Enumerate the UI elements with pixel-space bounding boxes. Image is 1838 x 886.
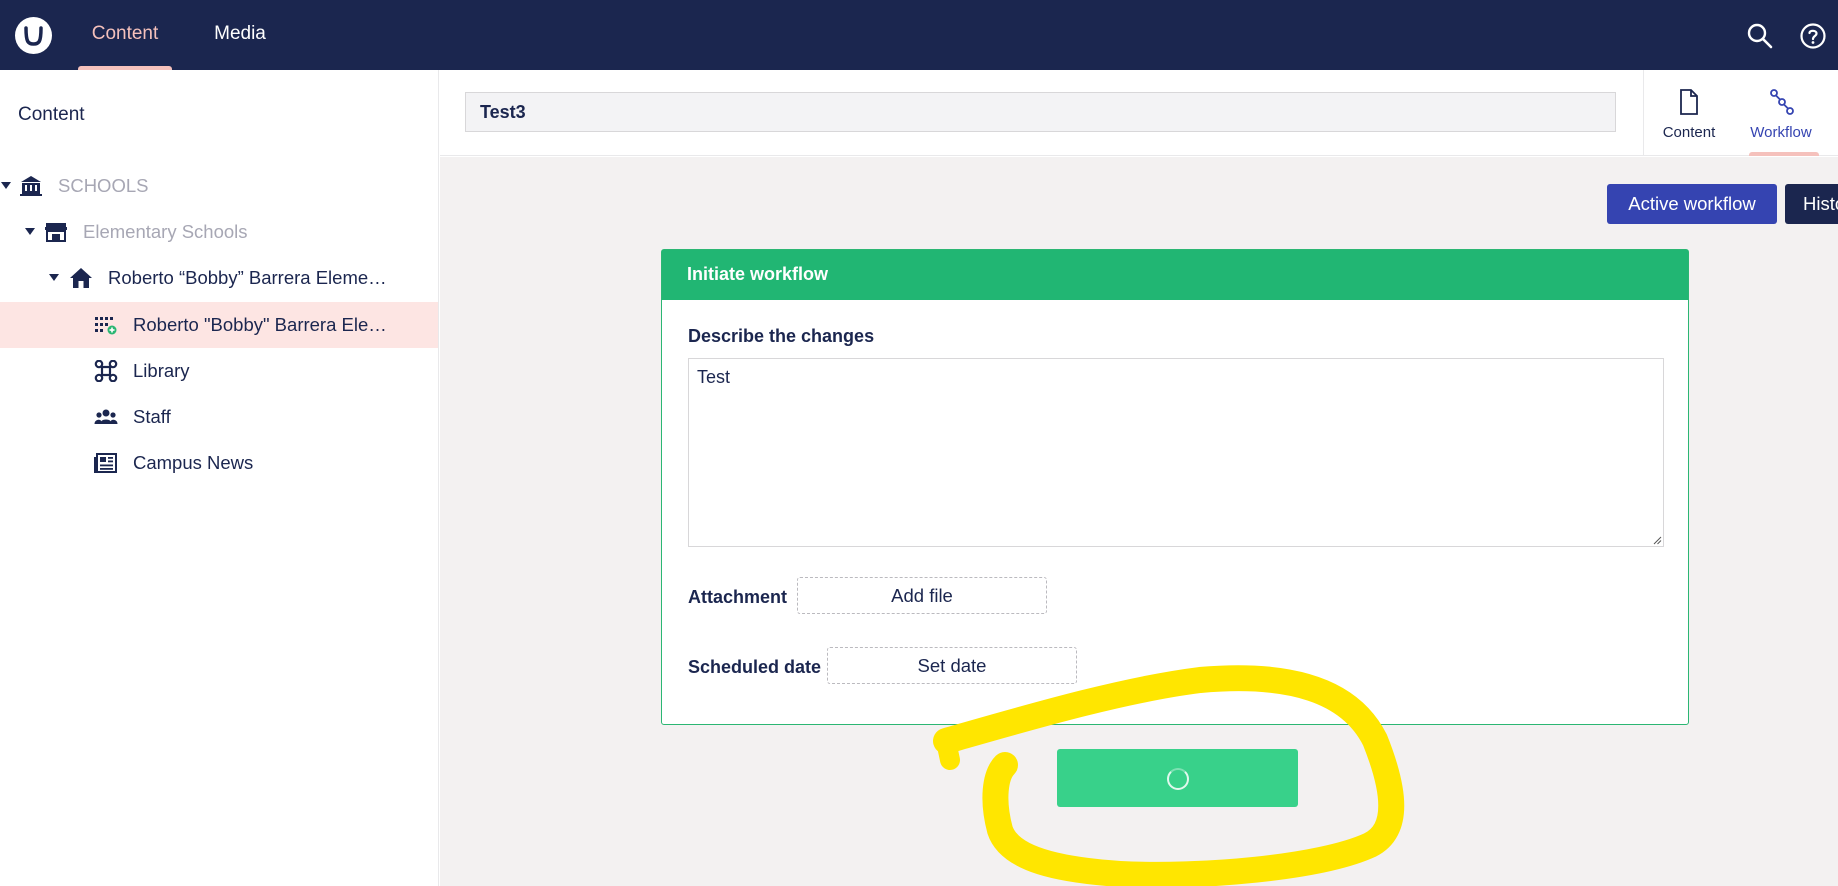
panel-title: Initiate workflow [662, 250, 1688, 300]
tree-item-library[interactable]: Library [0, 348, 438, 394]
tree-item-staff[interactable]: Staff [0, 394, 438, 440]
tree-item-roberto-barrera-page[interactable]: Roberto "Bobby" Barrera Ele… [0, 302, 438, 348]
umbraco-logo-icon[interactable] [15, 17, 52, 54]
tab-content[interactable]: Content [1644, 70, 1734, 156]
loading-spinner-icon [1167, 768, 1189, 790]
workflow-icon [1770, 89, 1794, 115]
caret-down-icon[interactable] [25, 228, 35, 235]
submit-workflow-button[interactable] [1057, 749, 1298, 807]
grid-add-icon [94, 314, 118, 336]
node-name-input[interactable] [465, 92, 1616, 132]
sidebar-title: Content [18, 104, 85, 125]
nav-content[interactable]: Content [78, 0, 172, 70]
set-date-button[interactable]: Set date [827, 647, 1077, 684]
home-icon [69, 267, 93, 289]
tree-item-elementary-schools[interactable]: Elementary Schools [0, 209, 438, 255]
describe-changes-label: Describe the changes [688, 326, 875, 346]
tree-item-schools[interactable]: SCHOOLS [0, 163, 438, 209]
tree-item-campus-news[interactable]: Campus News [0, 440, 438, 486]
describe-changes-textarea[interactable]: Test [688, 358, 1664, 547]
command-icon [94, 359, 118, 383]
tree-item-label: Library [133, 360, 190, 381]
initiate-workflow-panel: Initiate workflow Describe the changes T… [661, 249, 1689, 725]
newspaper-icon [94, 452, 118, 474]
search-icon[interactable] [1746, 22, 1774, 50]
add-file-button[interactable]: Add file [797, 577, 1047, 614]
tree-item-label: Roberto "Bobby" Barrera Ele… [133, 314, 387, 335]
caret-down-icon[interactable] [49, 274, 59, 281]
nav-media[interactable]: Media [210, 0, 270, 70]
store-icon [44, 221, 68, 243]
tab-workflow[interactable]: Workflow [1736, 70, 1826, 156]
help-icon[interactable] [1799, 22, 1827, 50]
top-navigation-bar: Content Media [0, 0, 1838, 70]
document-icon [1680, 89, 1698, 115]
tree-item-label: Roberto “Bobby” Barrera Eleme… [108, 267, 387, 288]
nav-content-label: Content [91, 23, 159, 44]
history-button[interactable]: History [1785, 184, 1838, 224]
users-icon [94, 406, 118, 428]
scheduled-date-label: Scheduled date [688, 657, 822, 677]
attachment-label: Attachment [688, 587, 788, 607]
resize-grip-icon[interactable] [1652, 535, 1662, 545]
tree-item-label: SCHOOLS [58, 175, 149, 196]
caret-down-icon[interactable] [1, 182, 11, 189]
tree-item-label: Elementary Schools [83, 221, 248, 242]
tab-workflow-label: Workflow [1750, 124, 1812, 141]
editor-header: Content Workflow [440, 70, 1838, 156]
nav-media-label: Media [214, 23, 266, 44]
tab-content-label: Content [1662, 124, 1716, 141]
school-building-icon [19, 175, 43, 197]
tab-active-indicator [1749, 152, 1819, 156]
active-workflow-button[interactable]: Active workflow [1607, 184, 1777, 224]
workflow-main-area: Active workflow History Initiate workflo… [440, 157, 1838, 886]
content-app-tabs: Content Workflow [1643, 70, 1838, 156]
tree-item-label: Staff [133, 406, 171, 427]
tree-item-roberto-barrera-school[interactable]: Roberto “Bobby” Barrera Eleme… [0, 255, 438, 301]
content-tree-sidebar: Content SCHOOLS Elementary Schools Rober… [0, 70, 439, 886]
tree-item-label: Campus News [133, 452, 254, 473]
